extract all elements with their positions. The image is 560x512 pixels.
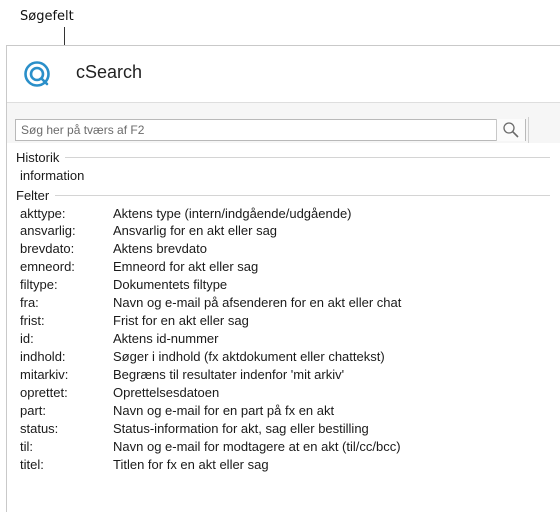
fields-section-header: Felter: [16, 187, 550, 203]
field-key: id:: [20, 331, 34, 346]
field-key: frist:: [20, 313, 45, 328]
field-row-akttype[interactable]: akttype: Aktens type (intern/indgående/ud…: [7, 206, 560, 223]
field-row-til[interactable]: til: Navn og e-mail for modtagere at en a…: [7, 439, 560, 456]
history-section-header: Historik: [16, 149, 550, 165]
field-description: Søger i indhold (fx aktdokument eller ch…: [113, 349, 385, 364]
app-header: cSearch: [7, 46, 560, 103]
field-description: Emneord for akt eller sag: [113, 259, 259, 274]
field-row-status[interactable]: status: Status-information for akt, sag e…: [7, 421, 560, 438]
search-bar: [7, 103, 560, 143]
field-description: Aktens id-nummer: [113, 331, 219, 346]
field-key: ansvarlig:: [20, 223, 76, 238]
field-row-emneord[interactable]: emneord: Emneord for akt eller sag: [7, 259, 560, 276]
search-button[interactable]: [496, 119, 525, 141]
field-key: til:: [20, 439, 33, 454]
field-key: status:: [20, 421, 59, 436]
history-item[interactable]: information: [20, 168, 84, 183]
toolbar-separator: [528, 117, 529, 143]
field-description: Navn og e-mail for en part på fx en akt: [113, 403, 335, 418]
section-divider: [55, 194, 550, 196]
field-row-mitarkiv[interactable]: mitarkiv: Begræns til resultater indenfor…: [7, 367, 560, 384]
field-key: oprettet:: [20, 385, 68, 400]
section-divider: [65, 156, 550, 158]
field-key: fra:: [20, 295, 39, 310]
field-description: Dokumentets filtype: [113, 277, 228, 292]
field-description: Aktens type (intern/indgående/udgående): [113, 206, 352, 221]
field-key: filtype:: [20, 277, 58, 292]
field-row-id[interactable]: id: Aktens id-nummer: [7, 331, 560, 348]
field-key: titel:: [20, 457, 44, 472]
field-description: Navn og e-mail for modtagere at en akt (…: [113, 439, 401, 454]
field-row-indhold[interactable]: indhold: Søger i indhold (fx aktdokument …: [7, 349, 560, 366]
app-title: cSearch: [76, 62, 143, 82]
csearch-logo-icon: [24, 61, 50, 87]
field-key: brevdato:: [20, 241, 75, 256]
search-input[interactable]: [16, 120, 501, 140]
field-description: Status-information for akt, sag eller be…: [113, 421, 369, 436]
field-description: Oprettelsesdatoen: [113, 385, 220, 400]
field-description: Aktens brevdato: [113, 241, 207, 256]
suggestion-list: Historik information Felter akttype: Akte…: [7, 143, 560, 512]
field-row-oprettet[interactable]: oprettet: Oprettelsesdatoen: [7, 385, 560, 402]
callout-label: Søgefelt: [20, 9, 74, 24]
field-description: Navn og e-mail på afsenderen for en akt …: [113, 295, 402, 310]
history-header-label: Historik: [16, 149, 60, 165]
field-row-frist[interactable]: frist: Frist for en akt eller sag: [7, 313, 560, 330]
field-description: Begræns til resultater indenfor 'mit ark…: [113, 367, 345, 382]
csearch-window: cSearch Historik information Felter aktt…: [6, 45, 560, 512]
field-key: part:: [20, 403, 47, 418]
field-description: Ansvarlig for en akt eller sag: [113, 223, 278, 238]
field-row-brevdato[interactable]: brevdato: Aktens brevdato: [7, 241, 560, 258]
field-key: indhold:: [20, 349, 66, 364]
field-row-filtype[interactable]: filtype: Dokumentets filtype: [7, 277, 560, 294]
fields-header-label: Felter: [16, 187, 50, 203]
search-icon: [503, 122, 519, 138]
field-row-fra[interactable]: fra: Navn og e-mail på afsenderen for en …: [7, 295, 560, 312]
field-description: Frist for en akt eller sag: [113, 313, 249, 328]
field-key: emneord:: [20, 259, 75, 274]
field-key: akttype:: [20, 206, 66, 221]
field-row-titel[interactable]: titel: Titlen for fx en akt eller sag: [7, 457, 560, 474]
field-row-part[interactable]: part: Navn og e-mail for en part på fx en…: [7, 403, 560, 420]
search-box: [15, 119, 526, 141]
field-description: Titlen for fx en akt eller sag: [113, 457, 269, 472]
field-key: mitarkiv:: [20, 367, 69, 382]
field-row-ansvarlig[interactable]: ansvarlig: Ansvarlig for en akt eller sag: [7, 223, 560, 240]
